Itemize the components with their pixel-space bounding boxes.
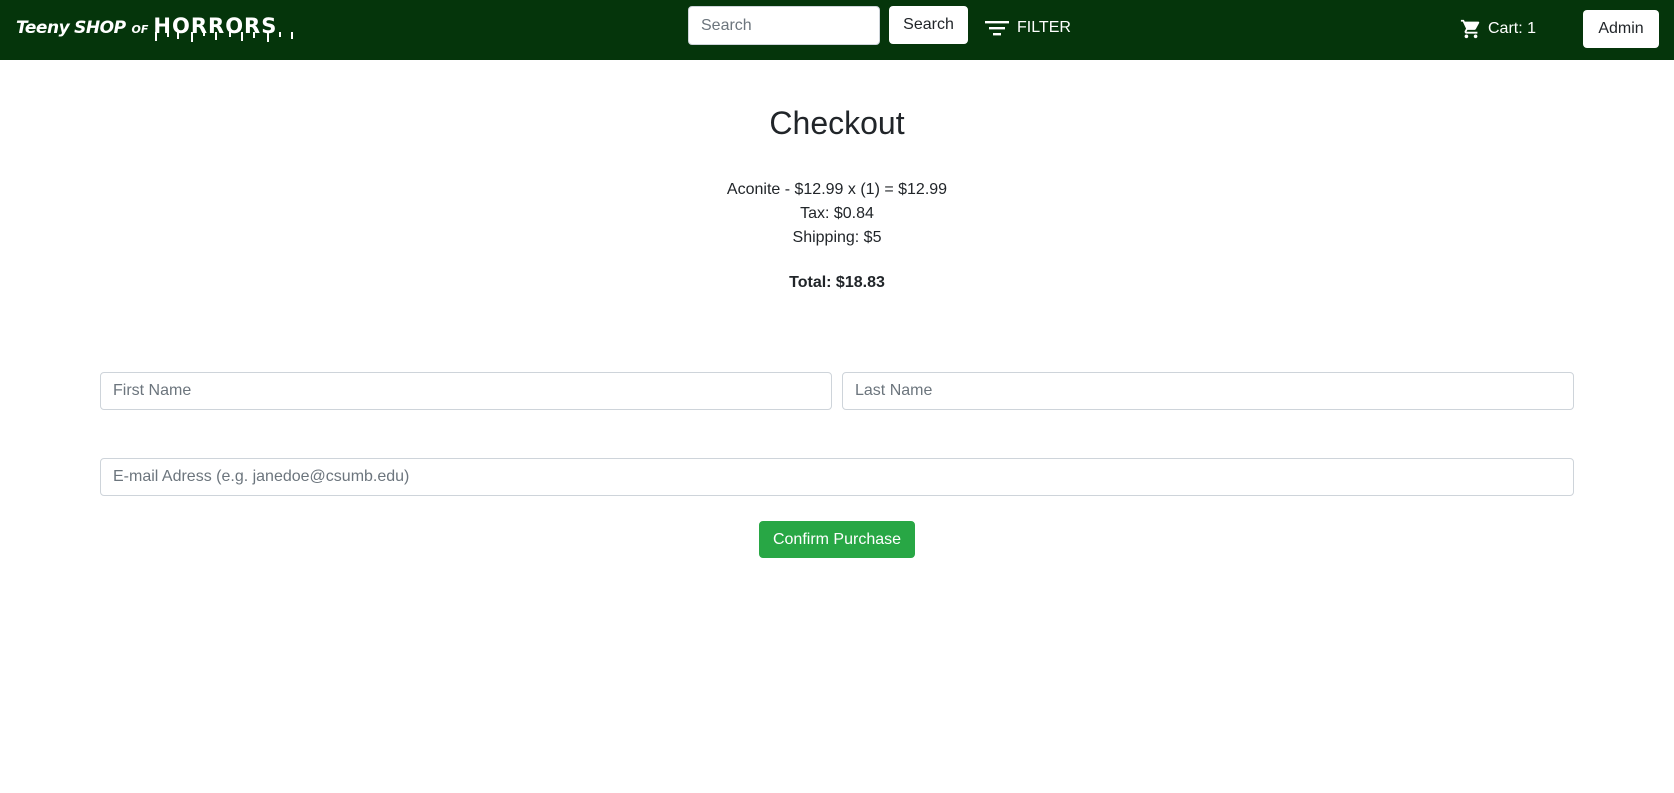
cart-count-label: Cart: 1 (1488, 20, 1537, 37)
last-name-field[interactable] (842, 372, 1574, 410)
dripping-slime-icon (155, 32, 293, 42)
brand-word-shop: SHOP (74, 18, 126, 38)
confirm-purchase-button[interactable]: Confirm Purchase (759, 521, 915, 558)
brand-logo[interactable]: Teeny SHOP OF HORRORS (16, 14, 293, 48)
brand-word-of: OF (131, 23, 149, 36)
email-field[interactable] (100, 458, 1574, 496)
first-name-field[interactable] (100, 372, 832, 410)
search-input[interactable] (688, 6, 880, 45)
cart-link[interactable]: Cart: 1 (1460, 16, 1536, 42)
filter-icon (985, 21, 1009, 36)
order-total: Total: $18.83 (789, 274, 885, 291)
filter-label: FILTER (1017, 19, 1071, 36)
line-item: Aconite - $12.99 x (1) = $12.99 (726, 181, 948, 198)
brand-word-teeny: Teeny (16, 18, 70, 38)
page-title: Checkout (769, 105, 905, 141)
filter-toggle[interactable]: FILTER (985, 15, 1071, 41)
shipping-line: Shipping: $5 (792, 229, 882, 246)
shopping-cart-icon (1460, 19, 1480, 39)
order-summary: Aconite - $12.99 x (1) = $12.99 Tax: $0.… (0, 178, 1674, 250)
search-button[interactable]: Search (889, 6, 968, 44)
admin-button[interactable]: Admin (1583, 10, 1659, 48)
tax-line: Tax: $0.84 (800, 205, 874, 222)
top-navbar: Teeny SHOP OF HORRORS Search Search FILT… (0, 0, 1674, 60)
